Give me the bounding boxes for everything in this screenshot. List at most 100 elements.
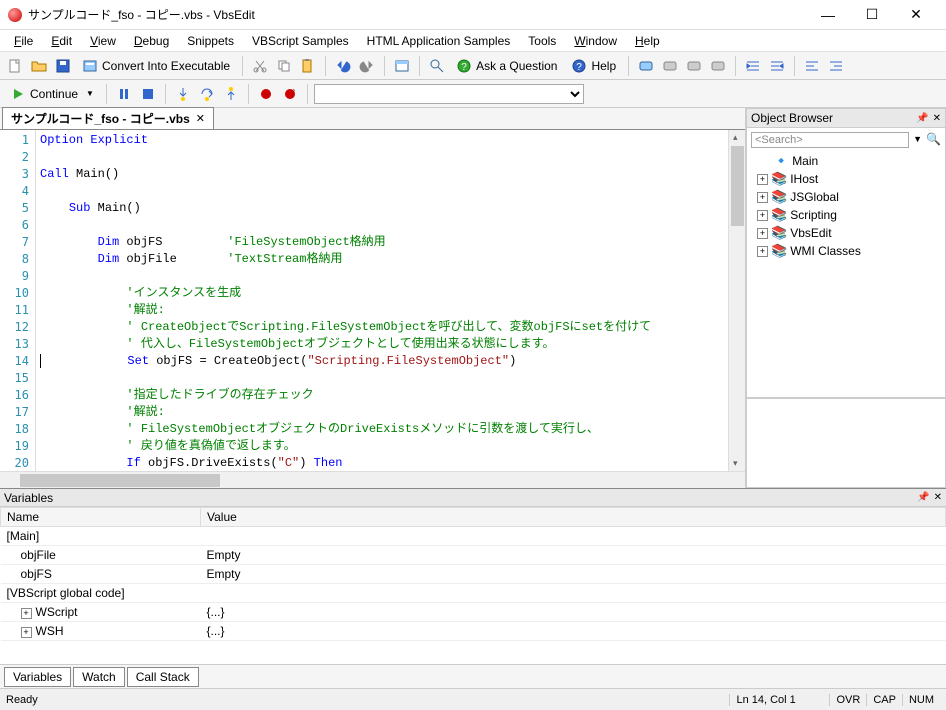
bottom-tabs: VariablesWatchCall Stack: [0, 664, 946, 688]
find-icon[interactable]: [426, 55, 448, 77]
copy-icon[interactable]: [273, 55, 295, 77]
open-file-icon[interactable]: [28, 55, 50, 77]
expand-icon[interactable]: +: [757, 228, 768, 239]
statusbar: Ready Ln 14, Col 1 OVR CAP NUM: [0, 688, 946, 710]
panel-close-icon[interactable]: ✕: [934, 492, 942, 503]
hscroll-thumb[interactable]: [20, 474, 220, 487]
tree-item-ihost[interactable]: +📚IHost: [751, 170, 941, 188]
code-area[interactable]: 123456789101112131415161718192021 Option…: [0, 130, 745, 471]
toolbar-standard: Convert Into Executable ?Ask a Question …: [0, 52, 946, 80]
vertical-scrollbar[interactable]: [728, 130, 745, 471]
bookmark-icon[interactable]: [683, 55, 705, 77]
line-gutter[interactable]: 123456789101112131415161718192021: [0, 130, 36, 471]
stop-icon[interactable]: [137, 83, 159, 105]
window-icon[interactable]: [391, 55, 413, 77]
new-file-icon[interactable]: [4, 55, 26, 77]
paste-icon[interactable]: [297, 55, 319, 77]
titlebar: サンプルコード_fso - コピー.vbs - VbsEdit — ☐ ✕: [0, 0, 946, 30]
menu-file[interactable]: File: [6, 32, 41, 50]
bookmark2-icon[interactable]: [707, 55, 729, 77]
tree-item-wmi-classes[interactable]: +📚WMI Classes: [751, 242, 941, 260]
svg-text:?: ?: [461, 62, 467, 73]
maximize-button[interactable]: ☐: [850, 0, 894, 30]
expand-icon[interactable]: +: [757, 192, 768, 203]
package-icon: 📚: [771, 171, 787, 187]
bottom-tab-call-stack[interactable]: Call Stack: [127, 667, 199, 687]
variables-table[interactable]: Name Value [Main]objFileEmptyobjFSEmpty[…: [0, 507, 946, 664]
expand-icon[interactable]: +: [21, 608, 32, 619]
save-icon[interactable]: [52, 55, 74, 77]
horizontal-scrollbar[interactable]: [0, 471, 745, 488]
window-controls: — ☐ ✕: [806, 0, 938, 30]
cut-icon[interactable]: [249, 55, 271, 77]
tab-close-icon[interactable]: ✕: [196, 112, 205, 125]
bottom-tab-variables[interactable]: Variables: [4, 667, 71, 687]
comment-icon[interactable]: [635, 55, 657, 77]
var-row[interactable]: [VBScript global code]: [1, 584, 946, 603]
help-label: Help: [591, 59, 616, 73]
find-icon[interactable]: 🔍: [926, 132, 941, 148]
col-value[interactable]: Value: [201, 508, 946, 527]
status-cap: CAP: [866, 694, 902, 706]
menu-vbscript-samples[interactable]: VBScript Samples: [244, 32, 357, 50]
var-row[interactable]: objFileEmpty: [1, 546, 946, 565]
vscroll-thumb[interactable]: [731, 146, 744, 226]
menu-edit[interactable]: Edit: [43, 32, 80, 50]
editor-tab[interactable]: サンプルコード_fso - コピー.vbs ✕: [2, 107, 214, 129]
uncomment-icon[interactable]: [659, 55, 681, 77]
breakpoint2-icon[interactable]: [279, 83, 301, 105]
menu-debug[interactable]: Debug: [126, 32, 177, 50]
step-into-icon[interactable]: [172, 83, 194, 105]
status-num: NUM: [902, 694, 940, 706]
breakpoint-icon[interactable]: [255, 83, 277, 105]
var-row[interactable]: [Main]: [1, 527, 946, 546]
outdent-icon[interactable]: [766, 55, 788, 77]
var-row[interactable]: +WSH{...}: [1, 622, 946, 641]
step-out-icon[interactable]: [220, 83, 242, 105]
pause-icon[interactable]: [113, 83, 135, 105]
var-row[interactable]: +WScript{...}: [1, 603, 946, 622]
col-name[interactable]: Name: [1, 508, 201, 527]
expand-icon[interactable]: +: [21, 627, 32, 638]
object-tree[interactable]: 🔹Main+📚IHost+📚JSGlobal+📚Scripting+📚VbsEd…: [749, 150, 943, 262]
object-search-input[interactable]: [751, 132, 909, 148]
continue-button[interactable]: Continue▼: [4, 84, 100, 104]
pin-icon[interactable]: 📌: [916, 113, 928, 124]
undo-icon[interactable]: [332, 55, 354, 77]
menu-tools[interactable]: Tools: [520, 32, 564, 50]
close-button[interactable]: ✕: [894, 0, 938, 30]
format-icon[interactable]: [801, 55, 823, 77]
pin-icon[interactable]: 📌: [917, 492, 929, 503]
convert-executable-button[interactable]: Convert Into Executable: [76, 56, 236, 76]
var-row[interactable]: objFSEmpty: [1, 565, 946, 584]
tree-item-jsglobal[interactable]: +📚JSGlobal: [751, 188, 941, 206]
panel-close-icon[interactable]: ✕: [933, 113, 941, 124]
menu-view[interactable]: View: [82, 32, 124, 50]
continue-label: Continue: [30, 87, 78, 101]
menu-window[interactable]: Window: [566, 32, 625, 50]
step-over-icon[interactable]: [196, 83, 218, 105]
search-dropdown-icon[interactable]: ▼: [911, 132, 924, 148]
tree-item-main[interactable]: 🔹Main: [751, 152, 941, 170]
minimize-button[interactable]: —: [806, 0, 850, 30]
code-text[interactable]: Option Explicit Call Main() Sub Main() D…: [36, 130, 728, 471]
help-button[interactable]: ?Help: [565, 56, 622, 76]
format2-icon[interactable]: [825, 55, 847, 77]
menu-html-application-samples[interactable]: HTML Application Samples: [359, 32, 519, 50]
expand-icon[interactable]: +: [757, 246, 768, 257]
expand-icon[interactable]: +: [757, 174, 768, 185]
tree-item-vbsedit[interactable]: +📚VbsEdit: [751, 224, 941, 242]
redo-icon[interactable]: [356, 55, 378, 77]
ask-label: Ask a Question: [476, 59, 557, 73]
menu-help[interactable]: Help: [627, 32, 668, 50]
menu-snippets[interactable]: Snippets: [179, 32, 242, 50]
side-panels: Object Browser 📌✕ ▼ 🔍 🔹Main+📚IHost+📚JSGl…: [746, 108, 946, 488]
target-combo[interactable]: [314, 84, 584, 104]
editor-tabbar: サンプルコード_fso - コピー.vbs ✕: [0, 108, 745, 130]
indent-icon[interactable]: [742, 55, 764, 77]
status-ready: Ready: [6, 694, 729, 706]
bottom-tab-watch[interactable]: Watch: [73, 667, 125, 687]
tree-item-scripting[interactable]: +📚Scripting: [751, 206, 941, 224]
ask-question-button[interactable]: ? Ask a Question: [450, 56, 563, 76]
expand-icon[interactable]: +: [757, 210, 768, 221]
